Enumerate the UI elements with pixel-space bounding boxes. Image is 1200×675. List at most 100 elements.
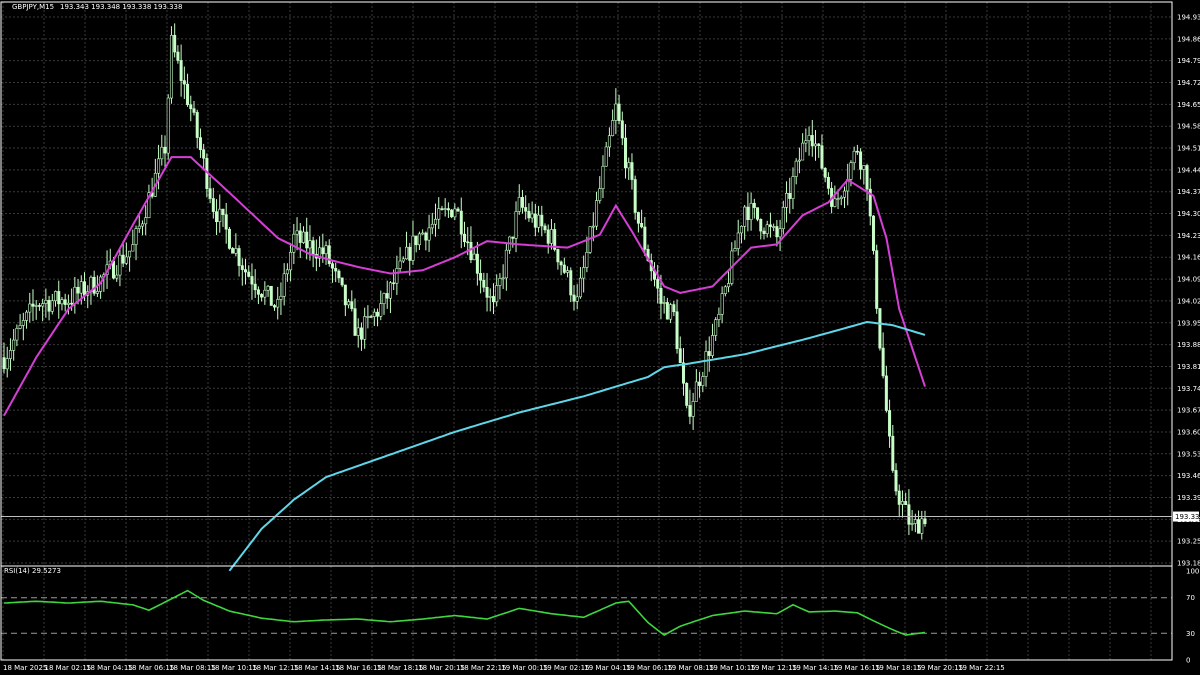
price-tick-label: 194.930 bbox=[1177, 14, 1200, 22]
time-tick-label: 18 Mar 2025 bbox=[3, 664, 47, 672]
candle-body bbox=[144, 217, 148, 225]
price-tick-label: 194.025 bbox=[1177, 297, 1200, 305]
candle-body bbox=[179, 60, 183, 81]
candle-body bbox=[414, 235, 418, 246]
candle-body bbox=[907, 504, 911, 525]
candle-body bbox=[118, 254, 122, 276]
time-tick-label: 18 Mar 20:15 bbox=[418, 664, 465, 672]
candle-body bbox=[446, 208, 450, 211]
ohlc-readout: 193.343 193.348 193.338 193.338 bbox=[60, 3, 182, 11]
candle-body bbox=[70, 302, 74, 305]
candle-body bbox=[865, 165, 869, 190]
candle-body bbox=[66, 302, 70, 305]
candle-body bbox=[437, 208, 441, 220]
rsi-label: RSI(14) bbox=[4, 567, 30, 575]
price-tick-label: 194.510 bbox=[1177, 145, 1200, 153]
candle-body bbox=[604, 146, 608, 167]
candle-body bbox=[585, 251, 589, 268]
candle-body bbox=[723, 286, 727, 294]
time-tick-label: 18 Mar 16:15 bbox=[335, 664, 382, 672]
trading-terminal-chart-window: 194.930 194.860 194.790 194.720 194.650 194.5… bbox=[0, 0, 1200, 675]
candle-body bbox=[427, 227, 431, 241]
price-chart-svg[interactable]: 194.930 194.860 194.790 194.720 194.650 194.5… bbox=[0, 0, 1200, 675]
candle-body bbox=[675, 311, 679, 349]
candle-body bbox=[707, 351, 711, 356]
candle-body bbox=[376, 311, 380, 317]
candle-body bbox=[736, 232, 740, 249]
candle-body bbox=[810, 135, 814, 147]
candle-body bbox=[163, 146, 167, 154]
candle-body bbox=[595, 200, 599, 227]
candle-body bbox=[54, 291, 58, 302]
candle-body bbox=[266, 285, 270, 291]
candle-body bbox=[472, 253, 476, 261]
candle-body bbox=[321, 247, 325, 255]
candle-body bbox=[556, 249, 560, 263]
candle-body bbox=[807, 135, 811, 142]
candle-body bbox=[192, 108, 196, 113]
candle-body bbox=[430, 223, 434, 229]
candle-body bbox=[459, 210, 463, 235]
candle-body bbox=[25, 311, 29, 321]
candle-body bbox=[759, 219, 763, 232]
candle-body bbox=[778, 228, 782, 238]
candle-body bbox=[849, 162, 853, 180]
candle-body bbox=[833, 198, 837, 207]
candle-body bbox=[727, 283, 731, 288]
candle-body bbox=[21, 320, 25, 326]
candle-body bbox=[839, 196, 843, 199]
price-tick-label: 194.230 bbox=[1177, 232, 1200, 240]
current-price-label: 193.338 bbox=[1175, 513, 1200, 521]
candle-body bbox=[124, 256, 128, 264]
candle-body bbox=[311, 240, 315, 255]
candle-body bbox=[562, 264, 566, 273]
candle-body bbox=[756, 207, 760, 220]
candle-body bbox=[501, 277, 505, 280]
candle-body bbox=[92, 276, 96, 294]
candle-body bbox=[559, 261, 563, 266]
candle-body bbox=[820, 145, 824, 169]
candle-body bbox=[704, 351, 708, 377]
candle-body bbox=[624, 137, 628, 169]
candle-body bbox=[678, 348, 682, 364]
time-tick-label: 19 Mar 00:15 bbox=[501, 664, 548, 672]
candle-body bbox=[498, 278, 502, 286]
price-tick-label: 193.605 bbox=[1177, 428, 1200, 436]
candle-body bbox=[656, 279, 660, 289]
candle-body bbox=[353, 308, 357, 336]
price-tick-label: 194.860 bbox=[1177, 35, 1200, 43]
candle-body bbox=[215, 211, 219, 222]
candle-body bbox=[224, 214, 228, 230]
candle-body bbox=[710, 335, 714, 356]
candle-body bbox=[5, 358, 9, 370]
candle-body bbox=[540, 214, 544, 227]
candle-body bbox=[443, 208, 447, 210]
candle-body bbox=[337, 270, 341, 279]
candle-body bbox=[186, 83, 190, 105]
candle-body bbox=[524, 207, 528, 212]
candle-body bbox=[295, 230, 299, 235]
candle-body bbox=[434, 218, 438, 225]
candle-body bbox=[794, 160, 798, 177]
time-tick-label: 19 Mar 16:15 bbox=[833, 664, 880, 672]
candle-body bbox=[739, 225, 743, 234]
candle-body bbox=[382, 293, 386, 304]
candle-body bbox=[12, 339, 16, 351]
candle-body bbox=[842, 190, 846, 198]
candle-body bbox=[356, 327, 360, 336]
candle-body bbox=[44, 300, 48, 304]
candle-body bbox=[250, 276, 254, 285]
price-tick-label: 194.440 bbox=[1177, 166, 1200, 174]
candle-body bbox=[231, 248, 235, 254]
candle-body bbox=[878, 308, 882, 349]
candle-body bbox=[511, 236, 515, 239]
rsi-tick-label: 30 bbox=[1186, 630, 1195, 638]
price-tick-label: 194.580 bbox=[1177, 123, 1200, 131]
candle-body bbox=[875, 250, 879, 309]
price-tick-label: 194.160 bbox=[1177, 254, 1200, 262]
candle-body bbox=[871, 215, 875, 251]
time-tick-label: 19 Mar 02:15 bbox=[543, 664, 590, 672]
price-tick-label: 194.095 bbox=[1177, 276, 1200, 284]
rsi-value: 29.5273 bbox=[32, 567, 61, 575]
candle-body bbox=[527, 210, 531, 219]
